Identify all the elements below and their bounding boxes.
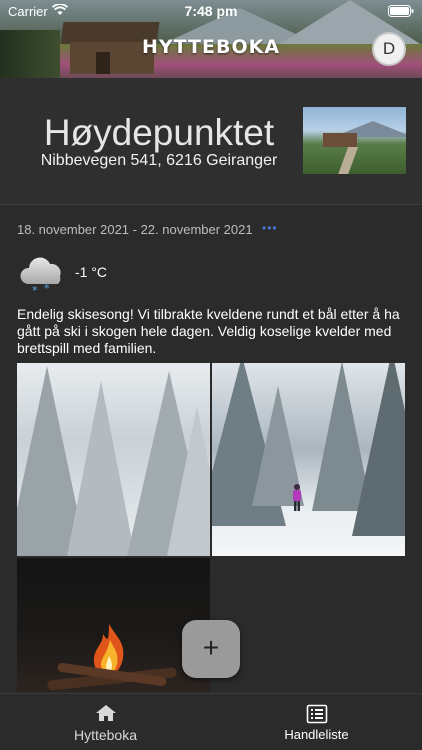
list-icon <box>306 704 327 724</box>
status-bar: Carrier 7:48 pm <box>0 0 422 22</box>
cabin-photo[interactable] <box>303 107 406 174</box>
post-photo-snowy-forest[interactable] <box>17 363 210 556</box>
battery-icon <box>388 5 414 17</box>
post-date-range: 18. november 2021 - 22. november 2021 <box>17 222 253 237</box>
post-photo-campfire[interactable] <box>17 558 210 692</box>
photo-tree <box>352 363 405 536</box>
photo-tree <box>67 381 135 556</box>
cabin-address: Nibbevegen 541, 6216 Geiranger <box>40 152 278 169</box>
tab-label: Handleliste <box>284 727 349 742</box>
add-entry-button[interactable]: + <box>182 620 240 678</box>
avatar[interactable]: D <box>372 32 406 66</box>
cabin-info[interactable]: Høydepunktet Nibbevegen 541, 6216 Geiran… <box>0 78 422 205</box>
tab-bar: Hytteboka Handleliste <box>0 693 422 750</box>
home-icon <box>95 705 116 721</box>
header-banner: Carrier 7:48 pm HYTTEBOKA D <box>0 0 422 78</box>
photo-tree <box>167 406 210 556</box>
tab-hytteboka[interactable]: Hytteboka <box>0 694 211 750</box>
app-title: HYTTEBOKA <box>141 36 281 58</box>
svg-text:*: * <box>44 282 50 295</box>
cabin-photo-path <box>337 147 359 174</box>
post-photo-skier[interactable] <box>212 363 405 556</box>
skier-figure <box>293 484 301 511</box>
cabin-name: Høydepunktet <box>43 112 275 153</box>
cabin-photo-house <box>323 133 357 147</box>
post-text: Endelig skisesong! Vi tilbrakte kveldene… <box>17 306 400 356</box>
tab-handleliste[interactable]: Handleliste <box>211 694 422 750</box>
temperature: -1 °C <box>75 264 108 280</box>
clock: 7:48 pm <box>184 3 238 19</box>
tab-label: Hytteboka <box>73 727 138 743</box>
more-icon[interactable]: ••• <box>262 221 278 235</box>
cloud-snow-icon: * * <box>20 257 61 297</box>
svg-text:*: * <box>32 284 38 297</box>
